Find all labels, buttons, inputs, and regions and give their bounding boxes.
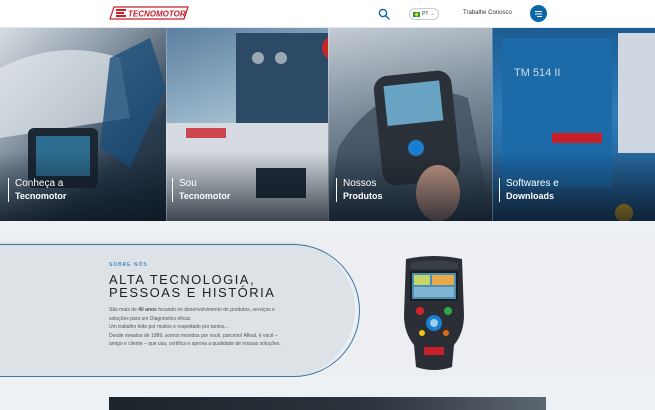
hero-label-line1: Sou <box>179 178 197 189</box>
hero-label-line2: Produtos <box>343 191 383 201</box>
hero-label-line2: Tecnomotor <box>179 191 231 201</box>
title-line-2: PESSOAS E HISTÓRIA <box>109 285 276 300</box>
brazil-flag-icon <box>413 11 420 17</box>
years-highlight: 40 anos <box>138 307 157 313</box>
search-icon[interactable] <box>378 8 390 20</box>
desc-paragraph-3: Desde meados de 1989, somos movidos por … <box>109 332 281 348</box>
hero-label-line2: Downloads <box>506 191 555 201</box>
language-selected: PT <box>422 11 429 17</box>
hero-label-our-products[interactable]: Nossos Produtos <box>336 178 383 202</box>
section-description: São mais de 40 anos focando no desenvolv… <box>109 306 289 349</box>
about-section: SOBRE NÓS ALTA TECNOLOGIA, PESSOAS E HIS… <box>0 232 655 377</box>
hero-label-line2: Tecnomotor <box>15 191 67 201</box>
hero-banner: TM 514 II Conheça a Tecnomotor Sou Tecno… <box>0 28 655 221</box>
desc-paragraph-1: São mais de 40 anos focando no desenvolv… <box>109 307 275 322</box>
video-section-preview[interactable] <box>109 397 546 410</box>
hero-label-software-downloads[interactable]: Softwares e Downloads <box>499 178 559 202</box>
tecnomotor-logo[interactable]: TECNOMOTOR <box>108 5 190 21</box>
menu-button[interactable] <box>530 5 547 22</box>
chevron-down-icon: ⌄ <box>430 11 435 17</box>
site-header: TECNOMOTOR PT ⌄ Trabalhe Conosco <box>0 0 655 28</box>
scanner-device-image <box>404 256 464 370</box>
svg-text:TM 514 II: TM 514 II <box>514 67 560 79</box>
hero-label-line1: Softwares e <box>506 178 559 189</box>
hero-label-about-company[interactable]: Conheça a Tecnomotor <box>8 178 66 202</box>
hero-label-line1: Conheça a <box>15 178 64 189</box>
hero-label-i-am-tecnomotor[interactable]: Sou Tecnomotor <box>172 178 230 202</box>
logo-wordmark: TECNOMOTOR <box>128 10 186 19</box>
desc-paragraph-2: Um trabalho feito por muitos e respeitad… <box>109 324 229 330</box>
language-select[interactable]: PT ⌄ <box>409 8 439 20</box>
menu-icon <box>535 10 542 17</box>
section-eyebrow: SOBRE NÓS <box>109 262 148 268</box>
section-title: ALTA TECNOLOGIA, PESSOAS E HISTÓRIA <box>109 273 275 299</box>
hero-label-line1: Nossos <box>343 178 377 189</box>
work-with-us-link[interactable]: Trabalhe Conosco <box>463 10 512 16</box>
